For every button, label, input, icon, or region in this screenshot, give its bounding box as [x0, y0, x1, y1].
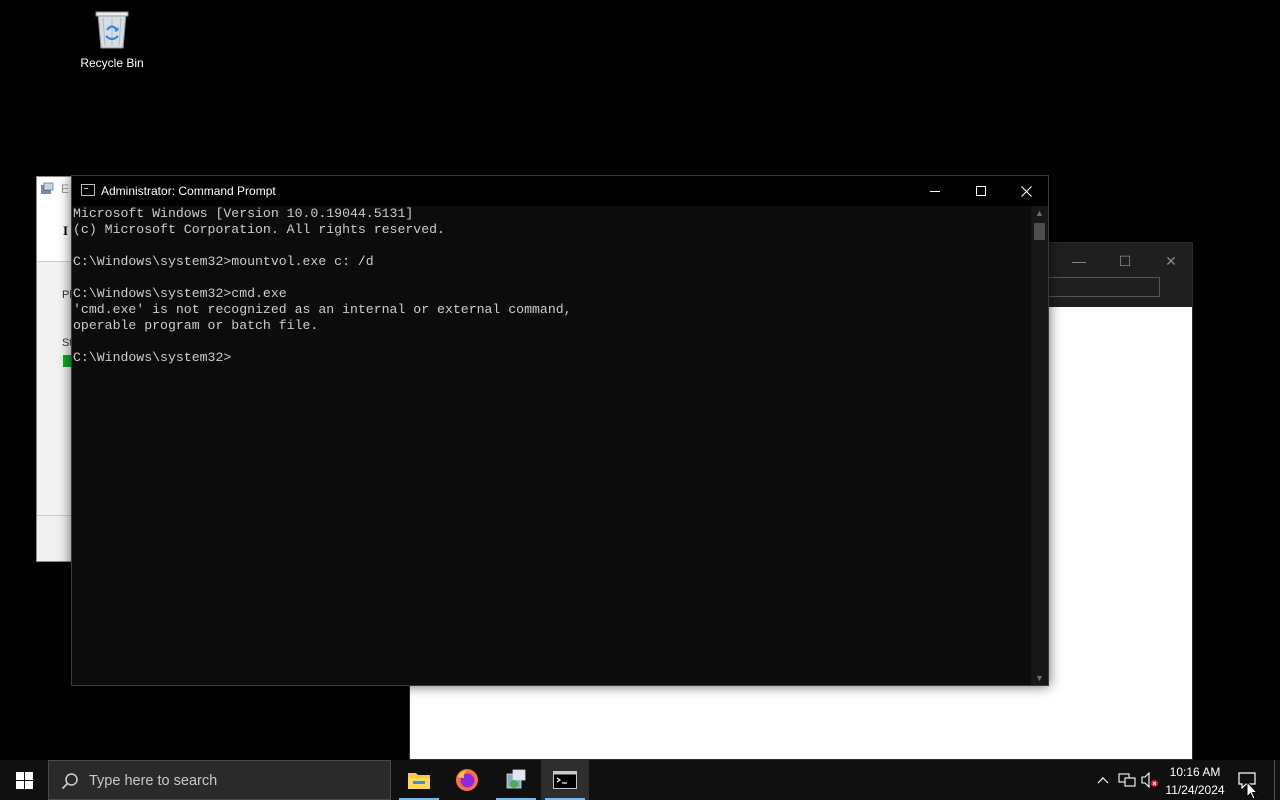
start-button[interactable] — [0, 760, 48, 800]
taskbar-firefox[interactable] — [443, 760, 491, 800]
installer-heading: I — [63, 223, 69, 238]
taskbar-search-box[interactable]: Type here to search — [48, 760, 391, 800]
installer-footer — [37, 515, 75, 561]
console-line: Microsoft Windows [Version 10.0.19044.51… — [73, 206, 414, 221]
clock-time: 10:16 AM — [1169, 765, 1221, 779]
recycle-bin-icon — [92, 6, 132, 50]
search-placeholder: Type here to search — [89, 773, 218, 789]
clock-date: 11/24/2024 — [1165, 783, 1225, 797]
cmd-minimize-button[interactable] — [912, 176, 958, 206]
file-explorer-icon — [408, 773, 430, 789]
taskbar-clock[interactable]: 10:16 AM 11/24/2024 — [1162, 760, 1228, 800]
installer-app-icon — [41, 182, 54, 194]
cmd-maximize-button[interactable] — [958, 176, 1004, 206]
cmd-title: Administrator: Command Prompt — [101, 184, 276, 198]
chevron-up-icon — [1097, 777, 1109, 784]
firefox-icon — [456, 769, 478, 791]
console-line: C:\Windows\system32>cmd.exe — [73, 286, 287, 301]
network-tray-button[interactable] — [1116, 760, 1138, 800]
installer-icon — [506, 769, 526, 789]
console-prompt-line[interactable]: C:\Windows\system32> — [73, 350, 1031, 366]
volume-muted-icon — [1141, 772, 1158, 788]
cmd-titlebar[interactable]: Administrator: Command Prompt — [72, 176, 1048, 206]
show-hidden-icons-button[interactable] — [1094, 760, 1112, 800]
close-icon — [1020, 185, 1032, 197]
console-line: C:\Windows\system32>mountvol.exe c: /d — [73, 254, 374, 269]
recycle-bin-label: Recycle Bin — [80, 56, 144, 70]
installer-title: E — [61, 182, 70, 196]
windows-logo-icon — [15, 771, 33, 789]
installer-header: I — [37, 201, 75, 262]
command-prompt-window[interactable]: Administrator: Command Prompt Microsoft … — [71, 175, 1049, 686]
taskbar-file-explorer[interactable] — [395, 760, 443, 800]
network-icon — [1118, 773, 1136, 787]
console-line: operable program or batch file. — [73, 318, 319, 333]
console-line: 'cmd.exe' is not recognized as an intern… — [73, 302, 572, 317]
scroll-up-arrow-icon[interactable]: ▲ — [1031, 206, 1048, 220]
installer-window[interactable]: E I Pl St — [36, 176, 76, 562]
scroll-down-arrow-icon[interactable]: ▼ — [1031, 671, 1048, 685]
cmd-scroll-thumb[interactable] — [1034, 223, 1045, 240]
cmd-scrollbar[interactable]: ▲ ▼ — [1031, 206, 1048, 685]
command-prompt-icon — [553, 771, 577, 789]
search-icon — [61, 773, 78, 790]
mouse-cursor-icon — [1246, 781, 1258, 800]
background-close-button[interactable]: ✕ — [1148, 247, 1194, 275]
cmd-console-output[interactable]: Microsoft Windows [Version 10.0.19044.51… — [72, 206, 1031, 685]
installer-titlebar[interactable]: E — [37, 177, 75, 202]
console-line: (c) Microsoft Corporation. All rights re… — [73, 222, 445, 237]
maximize-icon — [976, 186, 986, 196]
minimize-icon — [930, 191, 940, 192]
recycle-bin-shortcut[interactable]: Recycle Bin — [74, 6, 150, 70]
background-maximize-button[interactable]: ☐ — [1102, 247, 1148, 275]
taskbar: Type here to search 10:16 AM 11/24/2024 — [0, 760, 1280, 800]
background-minimize-button[interactable]: — — [1056, 247, 1102, 275]
volume-tray-button[interactable] — [1140, 760, 1160, 800]
taskbar-command-prompt[interactable] — [541, 760, 589, 800]
taskbar-installer[interactable] — [492, 760, 540, 800]
cmd-app-icon — [81, 184, 95, 196]
cmd-close-button[interactable] — [1003, 176, 1049, 206]
show-desktop-button[interactable] — [1274, 760, 1275, 800]
